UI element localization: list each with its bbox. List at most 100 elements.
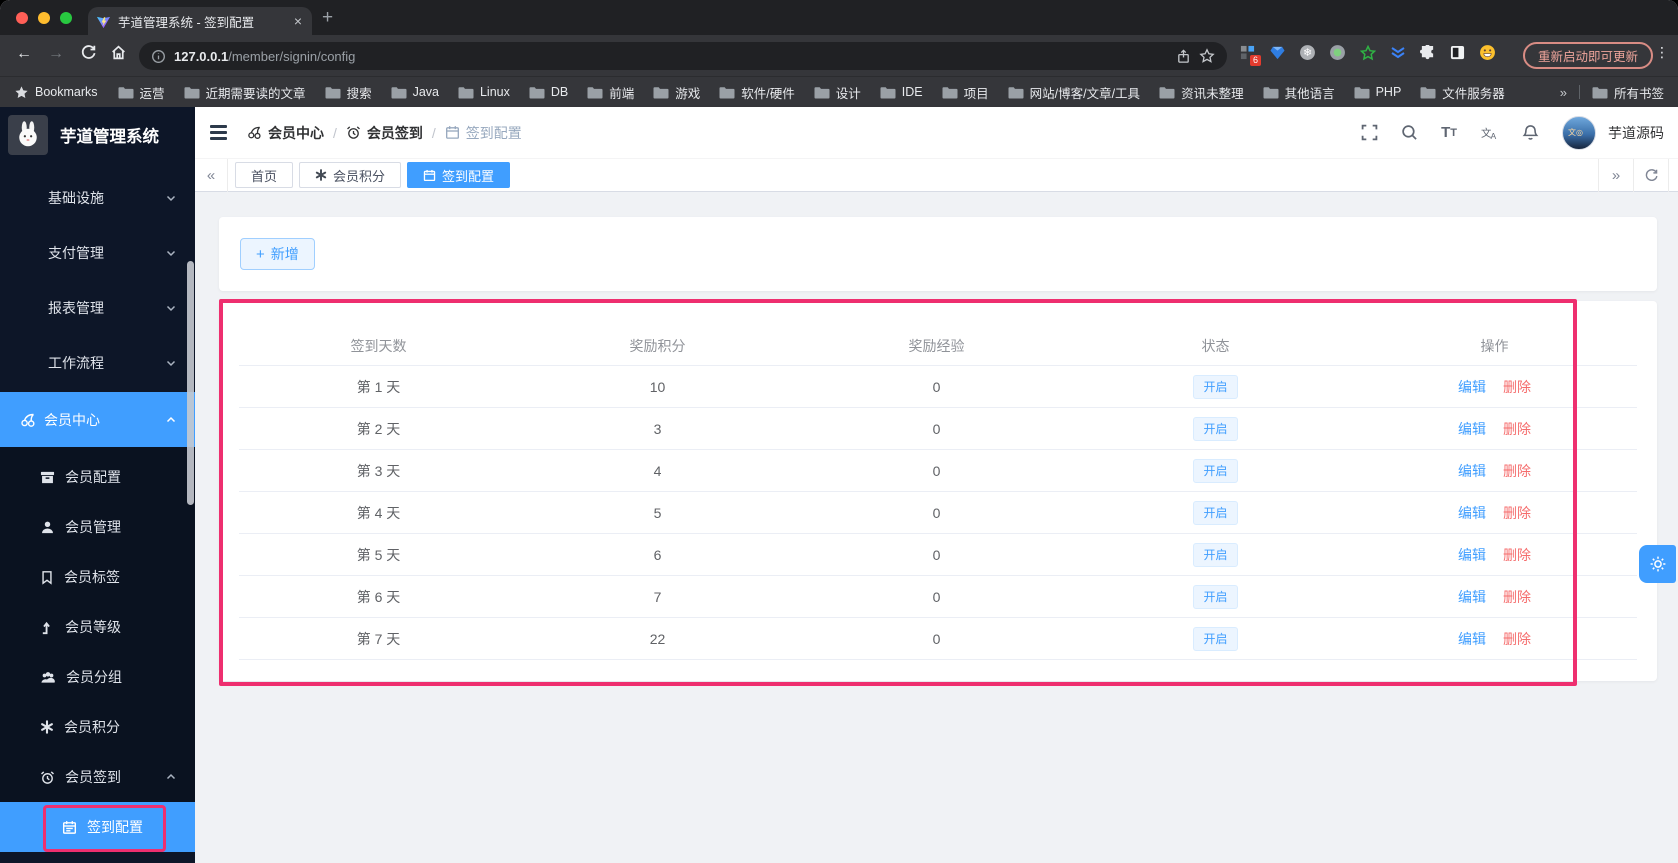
tag-signin-config[interactable]: 签到配置 — [407, 162, 511, 188]
app-logo[interactable]: 芋道管理系统 — [0, 107, 195, 163]
bookmark-folder-item[interactable]: IDE — [880, 85, 923, 99]
bookmark-folder-item[interactable]: Linux — [458, 85, 510, 99]
extension-snowflake-icon[interactable]: ❄ — [1298, 43, 1317, 62]
extension-chevrons-icon[interactable] — [1388, 43, 1407, 62]
home-icon[interactable] — [110, 44, 127, 61]
chevron-down-icon — [165, 247, 177, 259]
delete-button[interactable]: 删除 — [1503, 545, 1531, 565]
extension-emoji-icon[interactable] — [1478, 43, 1497, 62]
address-bar[interactable]: 127.0.0.1/member/signin/config — [139, 42, 1227, 70]
edit-button[interactable]: 编辑 — [1458, 461, 1486, 481]
macos-zoom-button[interactable] — [60, 12, 72, 24]
user-avatar[interactable]: 文◎ — [1562, 115, 1596, 150]
sidebar-item-workflow[interactable]: 工作流程 — [0, 335, 195, 390]
sidebar-item-report[interactable]: 报表管理 — [0, 280, 195, 335]
username[interactable]: 芋道源码 — [1608, 123, 1664, 143]
bookmark-folder-label: 运营 — [139, 86, 165, 101]
bookmark-folder-item[interactable]: PHP — [1354, 85, 1401, 99]
sidebar-item-member-group[interactable]: 会员分组 — [0, 652, 195, 702]
tags-refresh-icon[interactable] — [1633, 159, 1668, 192]
browser-tab[interactable]: 芋道管理系统 - 签到配置 × — [88, 7, 312, 35]
bookmarks-overflow-icon[interactable]: » — [1560, 85, 1567, 100]
extension-blocks-icon[interactable]: 6 — [1238, 43, 1261, 66]
bookmark-folder-item[interactable]: DB — [529, 85, 568, 99]
bookmark-folder-item[interactable]: 项目 — [942, 83, 989, 102]
hamburger-menu-icon[interactable] — [210, 125, 227, 140]
search-icon[interactable] — [1401, 124, 1418, 141]
bookmark-folder-item[interactable]: Java — [391, 85, 439, 99]
delete-button[interactable]: 删除 — [1503, 419, 1531, 439]
edit-button[interactable]: 编辑 — [1458, 377, 1486, 397]
sidebar-item-infrastructure[interactable]: 基础设施 — [0, 170, 195, 225]
sidebar-item-member-tag[interactable]: 会员标签 — [0, 552, 195, 602]
bookmark-folder-item[interactable]: 资讯未整理 — [1159, 83, 1244, 102]
font-size-icon[interactable]: TT — [1441, 124, 1457, 141]
bookmarks-apps-item[interactable]: Bookmarks — [14, 85, 98, 100]
settings-gear-button[interactable] — [1639, 545, 1676, 583]
breadcrumb-member-center[interactable]: 会员中心 — [247, 123, 324, 143]
delete-button[interactable]: 删除 — [1503, 377, 1531, 397]
sidebar-item-member-signin[interactable]: 会员签到 — [0, 752, 195, 802]
tag-home[interactable]: 首页 — [235, 162, 294, 188]
tab-close-icon[interactable]: × — [292, 14, 304, 28]
sidebar-item-signin-config[interactable]: 签到配置 — [0, 802, 195, 852]
bookmark-folder-item[interactable]: 网站/博客/文章/工具 — [1008, 83, 1140, 102]
browser-update-button[interactable]: 重新启动即可更新 — [1523, 42, 1654, 69]
delete-button[interactable]: 删除 — [1503, 629, 1531, 649]
sidebar-scrollbar-thumb[interactable] — [187, 261, 194, 505]
info-icon[interactable] — [151, 49, 166, 64]
bookmark-folder-item[interactable]: 近期需要读的文章 — [184, 83, 306, 102]
all-bookmarks-item[interactable]: 所有书签 — [1592, 83, 1664, 102]
tags-scroll-right-icon[interactable]: » — [1598, 159, 1633, 192]
add-button[interactable]: + 新增 — [240, 238, 315, 270]
breadcrumb-member-signin[interactable]: 会员签到 — [346, 123, 423, 143]
bookmark-folder-item[interactable]: 运营 — [118, 83, 165, 102]
extension-square-icon[interactable] — [1448, 43, 1467, 62]
sidebar-item-member-manage[interactable]: 会员管理 — [0, 502, 195, 552]
bookmark-folder-item[interactable]: 文件服务器 — [1420, 83, 1505, 102]
delete-button[interactable]: 删除 — [1503, 503, 1531, 523]
translate-icon[interactable]: 文A — [1480, 124, 1499, 141]
extension-star-icon[interactable] — [1358, 43, 1377, 62]
edit-button[interactable]: 编辑 — [1458, 629, 1486, 649]
cell-reward-points: 22 — [649, 630, 666, 647]
page-content: + 新增 签到天数 奖励积分 奖励经验 状态 操作 第 1 天 10 0 开启 … — [195, 192, 1678, 863]
sidebar-item-member-level[interactable]: 会员等级 — [0, 602, 195, 652]
edit-button[interactable]: 编辑 — [1458, 503, 1486, 523]
tags-layout-grid-icon[interactable] — [1668, 159, 1678, 192]
delete-button[interactable]: 删除 — [1503, 587, 1531, 607]
macos-close-button[interactable] — [16, 12, 28, 24]
sidebar-item-member-center[interactable]: 会员中心 — [0, 392, 195, 447]
bookmark-folder-item[interactable]: 搜索 — [325, 83, 372, 102]
column-header: 状态 — [1201, 338, 1230, 354]
reload-icon[interactable] — [80, 44, 97, 61]
edit-button[interactable]: 编辑 — [1458, 545, 1486, 565]
browser-toolbar: ← → 127.0.0.1/member/signin/config 6 ❄ 重… — [0, 35, 1678, 76]
forward-icon[interactable]: → — [48, 45, 64, 63]
cell-actions: 编辑 删除 — [1355, 587, 1634, 607]
bookmark-folder-item[interactable]: 软件/硬件 — [719, 83, 795, 102]
bookmark-folder-item[interactable]: 游戏 — [653, 83, 700, 102]
delete-button[interactable]: 删除 — [1503, 461, 1531, 481]
extension-green-dot-icon[interactable] — [1328, 43, 1347, 62]
sidebar-item-member-points[interactable]: 会员积分 — [0, 702, 195, 752]
edit-button[interactable]: 编辑 — [1458, 587, 1486, 607]
bookmark-folder-item[interactable]: 设计 — [814, 83, 861, 102]
tag-member-points[interactable]: 会员积分 — [299, 162, 402, 188]
bookmark-folder-item[interactable]: 前端 — [587, 83, 634, 102]
extension-gem-icon[interactable] — [1268, 43, 1287, 62]
sidebar-item-member-config[interactable]: 会员配置 — [0, 452, 195, 502]
new-tab-button[interactable]: + — [322, 7, 333, 29]
back-icon[interactable]: ← — [16, 45, 32, 63]
browser-menu-icon[interactable]: ⋮ — [1655, 44, 1669, 61]
bookmark-folder-item[interactable]: 其他语言 — [1263, 83, 1335, 102]
macos-minimize-button[interactable] — [38, 12, 50, 24]
extension-puzzle-icon[interactable] — [1418, 43, 1437, 62]
tags-scroll-left-icon[interactable]: « — [195, 159, 228, 192]
share-icon[interactable] — [1176, 48, 1191, 64]
sidebar-item-payment[interactable]: 支付管理 — [0, 225, 195, 280]
bookmark-star-icon[interactable] — [1199, 48, 1215, 64]
notification-bell-icon[interactable] — [1522, 124, 1539, 141]
edit-button[interactable]: 编辑 — [1458, 419, 1486, 439]
fullscreen-icon[interactable] — [1361, 124, 1378, 141]
